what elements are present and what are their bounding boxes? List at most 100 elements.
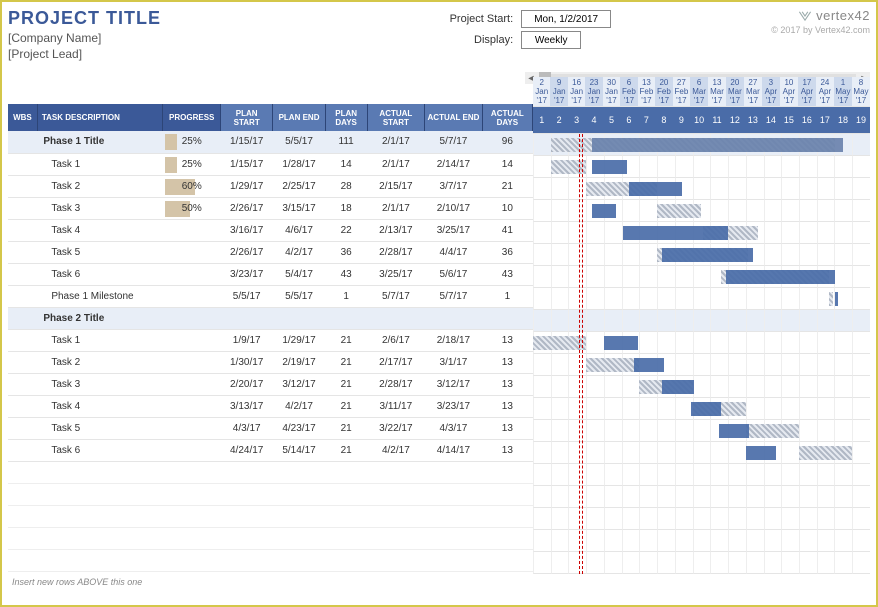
wbs-cell[interactable] <box>8 219 37 241</box>
task-name-cell[interactable]: Task 3 <box>37 197 163 219</box>
plan-days-cell[interactable]: 111 <box>325 131 367 153</box>
plan-start-cell[interactable] <box>221 307 273 329</box>
actual-start-cell[interactable]: 2/1/17 <box>367 153 425 175</box>
task-name-cell[interactable]: Task 2 <box>37 351 163 373</box>
table-row[interactable]: Task 63/23/175/4/17433/25/175/6/1743 <box>8 263 533 285</box>
actual-end-cell[interactable]: 5/7/17 <box>425 131 483 153</box>
task-name-cell[interactable]: Task 6 <box>37 263 163 285</box>
actual-start-cell[interactable]: 2/13/17 <box>367 219 425 241</box>
plan-start-cell[interactable]: 1/15/17 <box>221 131 273 153</box>
plan-days-cell[interactable]: 21 <box>325 395 367 417</box>
wbs-cell[interactable] <box>8 395 37 417</box>
plan-start-cell[interactable]: 3/23/17 <box>221 263 273 285</box>
project-start-input[interactable] <box>521 10 611 28</box>
actual-days-cell[interactable]: 13 <box>482 373 532 395</box>
table-row[interactable]: Task 11/9/171/29/17212/6/172/18/1713 <box>8 329 533 351</box>
actual-start-cell[interactable]: 2/6/17 <box>367 329 425 351</box>
wbs-cell[interactable] <box>8 241 37 263</box>
plan-days-cell[interactable]: 1 <box>325 285 367 307</box>
actual-start-cell[interactable]: 5/7/17 <box>367 285 425 307</box>
plan-end-cell[interactable]: 2/25/17 <box>273 175 325 197</box>
plan-end-cell[interactable]: 2/19/17 <box>273 351 325 373</box>
plan-days-cell[interactable]: 18 <box>325 197 367 219</box>
progress-cell[interactable] <box>163 373 221 395</box>
actual-days-cell[interactable]: 43 <box>482 263 532 285</box>
task-name-cell[interactable]: Task 6 <box>37 439 163 461</box>
actual-days-cell[interactable]: 1 <box>482 285 532 307</box>
plan-start-cell[interactable]: 5/5/17 <box>221 285 273 307</box>
actual-days-cell[interactable]: 13 <box>482 351 532 373</box>
plan-days-cell[interactable]: 21 <box>325 329 367 351</box>
plan-days-cell[interactable]: 21 <box>325 439 367 461</box>
progress-cell[interactable] <box>163 395 221 417</box>
actual-end-cell[interactable] <box>425 307 483 329</box>
progress-cell[interactable] <box>163 219 221 241</box>
actual-end-cell[interactable]: 5/7/17 <box>425 285 483 307</box>
wbs-cell[interactable] <box>8 131 37 153</box>
actual-end-cell[interactable]: 4/14/17 <box>425 439 483 461</box>
progress-cell[interactable]: 25% <box>163 153 221 175</box>
plan-start-cell[interactable]: 2/20/17 <box>221 373 273 395</box>
plan-start-cell[interactable]: 1/15/17 <box>221 153 273 175</box>
wbs-cell[interactable] <box>8 329 37 351</box>
wbs-cell[interactable] <box>8 439 37 461</box>
task-name-cell[interactable]: Task 4 <box>37 219 163 241</box>
actual-end-cell[interactable]: 2/14/17 <box>425 153 483 175</box>
table-row[interactable]: Task 350%2/26/173/15/17182/1/172/10/1710 <box>8 197 533 219</box>
table-row[interactable]: Task 125%1/15/171/28/17142/1/172/14/1714 <box>8 153 533 175</box>
task-name-cell[interactable]: Task 3 <box>37 373 163 395</box>
table-row[interactable]: Task 21/30/172/19/17212/17/173/1/1713 <box>8 351 533 373</box>
task-name-cell[interactable]: Task 1 <box>37 153 163 175</box>
table-row[interactable]: Task 260%1/29/172/25/17282/15/173/7/1721 <box>8 175 533 197</box>
wbs-cell[interactable] <box>8 373 37 395</box>
actual-end-cell[interactable]: 2/18/17 <box>425 329 483 351</box>
table-row[interactable]: Phase 1 Title25%1/15/175/5/171112/1/175/… <box>8 131 533 153</box>
plan-end-cell[interactable]: 4/2/17 <box>273 241 325 263</box>
plan-start-cell[interactable]: 2/26/17 <box>221 241 273 263</box>
actual-start-cell[interactable]: 4/2/17 <box>367 439 425 461</box>
progress-cell[interactable]: 60% <box>163 175 221 197</box>
plan-end-cell[interactable]: 3/12/17 <box>273 373 325 395</box>
progress-cell[interactable]: 25% <box>163 131 221 153</box>
plan-end-cell[interactable]: 5/5/17 <box>273 285 325 307</box>
wbs-cell[interactable] <box>8 263 37 285</box>
task-name-cell[interactable]: Task 4 <box>37 395 163 417</box>
plan-end-cell[interactable]: 4/6/17 <box>273 219 325 241</box>
task-name-cell[interactable]: Task 5 <box>37 241 163 263</box>
task-name-cell[interactable]: Task 5 <box>37 417 163 439</box>
actual-start-cell[interactable]: 2/1/17 <box>367 197 425 219</box>
progress-cell[interactable]: 50% <box>163 197 221 219</box>
task-name-cell[interactable]: Phase 2 Title <box>37 307 163 329</box>
wbs-cell[interactable] <box>8 175 37 197</box>
empty-row[interactable] <box>8 461 533 483</box>
table-row[interactable]: Task 64/24/175/14/17214/2/174/14/1713 <box>8 439 533 461</box>
task-name-cell[interactable]: Task 2 <box>37 175 163 197</box>
task-name-cell[interactable]: Task 1 <box>37 329 163 351</box>
table-row[interactable]: Task 32/20/173/12/17212/28/173/12/1713 <box>8 373 533 395</box>
actual-start-cell[interactable]: 2/15/17 <box>367 175 425 197</box>
actual-start-cell[interactable]: 2/17/17 <box>367 351 425 373</box>
wbs-cell[interactable] <box>8 351 37 373</box>
progress-cell[interactable] <box>163 263 221 285</box>
plan-days-cell[interactable]: 28 <box>325 175 367 197</box>
actual-days-cell[interactable]: 13 <box>482 395 532 417</box>
plan-end-cell[interactable]: 1/28/17 <box>273 153 325 175</box>
actual-start-cell[interactable] <box>367 307 425 329</box>
actual-days-cell[interactable]: 13 <box>482 329 532 351</box>
plan-days-cell[interactable]: 14 <box>325 153 367 175</box>
actual-start-cell[interactable]: 3/25/17 <box>367 263 425 285</box>
actual-start-cell[interactable]: 2/1/17 <box>367 131 425 153</box>
table-row[interactable]: Task 54/3/174/23/17213/22/174/3/1713 <box>8 417 533 439</box>
display-input[interactable] <box>521 31 581 49</box>
actual-days-cell[interactable]: 21 <box>482 175 532 197</box>
actual-end-cell[interactable]: 3/1/17 <box>425 351 483 373</box>
progress-cell[interactable] <box>163 307 221 329</box>
wbs-cell[interactable] <box>8 197 37 219</box>
wbs-cell[interactable] <box>8 307 37 329</box>
actual-days-cell[interactable]: 13 <box>482 439 532 461</box>
plan-start-cell[interactable]: 1/29/17 <box>221 175 273 197</box>
plan-days-cell[interactable]: 21 <box>325 351 367 373</box>
table-row[interactable]: Task 43/16/174/6/17222/13/173/25/1741 <box>8 219 533 241</box>
plan-start-cell[interactable]: 4/3/17 <box>221 417 273 439</box>
empty-row[interactable] <box>8 549 533 571</box>
